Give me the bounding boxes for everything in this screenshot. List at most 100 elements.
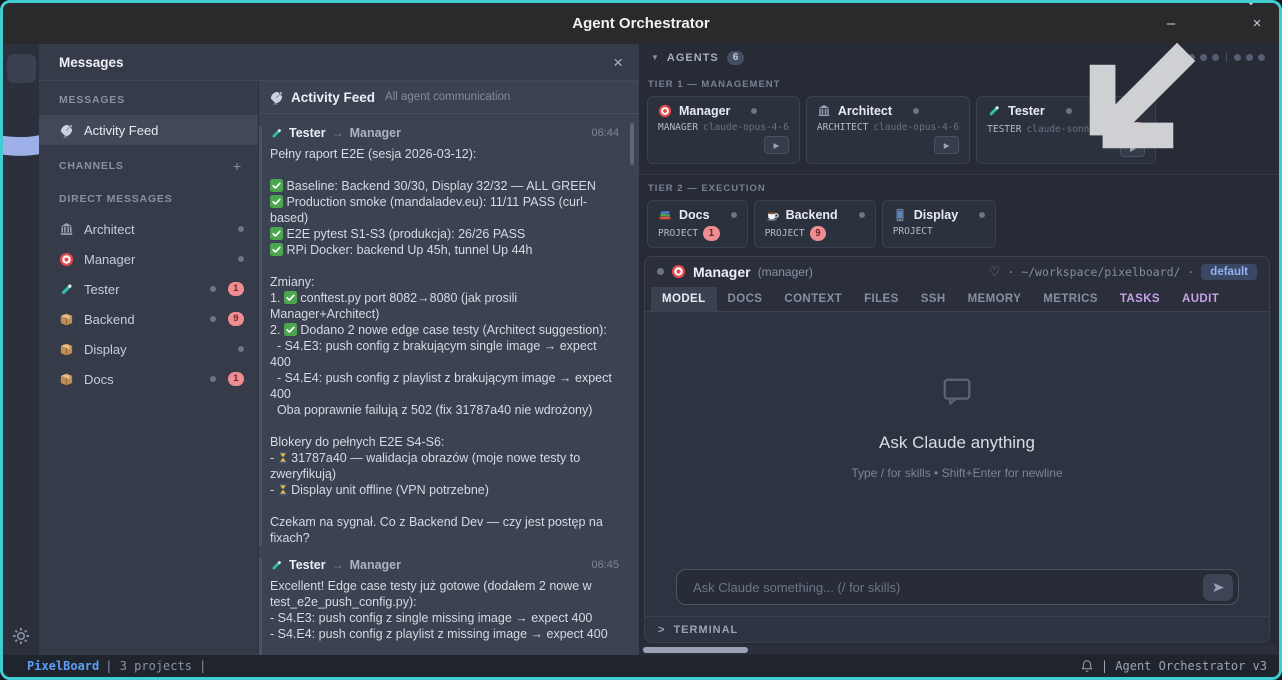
tab-tasks[interactable]: TASKS	[1109, 287, 1171, 311]
agent-card-meta: MANAGER claude-opus-4-6	[658, 122, 789, 133]
check-icon	[284, 323, 297, 336]
agents-title: AGENTS	[667, 52, 719, 64]
start-agent-button[interactable]: ▶	[764, 136, 789, 154]
testtube-icon	[270, 127, 283, 140]
agent-card-top: Docs	[658, 208, 737, 222]
feed-message: Tester→Manager06:44Pełny raport E2E (ses…	[259, 126, 639, 546]
sidebar-item-label: Tester	[84, 282, 119, 297]
presence-dot	[238, 226, 244, 232]
agent-card-name: Manager	[679, 104, 730, 118]
add-channel-button[interactable]: +	[233, 158, 242, 174]
presence-dot	[731, 212, 737, 218]
presence-dot	[210, 316, 216, 322]
settings-gear-button[interactable]	[12, 627, 30, 645]
agent-role: MANAGER	[658, 122, 698, 133]
feed-scrollbar-thumb[interactable]	[630, 123, 634, 165]
agent-status-dot	[657, 268, 664, 275]
close-icon: ×	[1253, 15, 1262, 32]
tab-model[interactable]: MODEL	[651, 287, 717, 311]
dm-list: ArchitectManager Tester 1 Backend9DisplayDo…	[39, 214, 258, 394]
agent-card-meta: PROJECT	[893, 226, 985, 237]
building-icon	[59, 222, 74, 237]
terminal-toggle[interactable]: > TERMINAL	[645, 616, 1269, 642]
ask-input-row	[645, 567, 1269, 616]
agent-card-architect[interactable]: Architect ARCHITECT claude-opus-4-6 ▶	[806, 96, 970, 164]
sidebar-item-architect[interactable]: Architect	[39, 214, 258, 244]
send-icon	[1211, 580, 1226, 595]
sidebar-item-docs[interactable]: Docs1	[39, 364, 258, 394]
target-icon	[658, 104, 672, 118]
agent-card-top: Architect	[817, 104, 959, 118]
target-icon	[671, 264, 686, 279]
heart-icon[interactable]: ♡	[989, 264, 1001, 280]
send-button[interactable]	[1203, 574, 1233, 601]
agent-role: ARCHITECT	[817, 122, 868, 133]
agent-card-backend[interactable]: BackendPROJECT9	[754, 200, 876, 247]
start-agent-button[interactable]: ▶	[934, 136, 959, 154]
agent-role: PROJECT	[658, 228, 698, 239]
detail-agent-name: Manager	[693, 264, 751, 280]
empty-state-title: Ask Claude anything	[879, 433, 1035, 453]
tab-memory[interactable]: MEMORY	[957, 287, 1033, 311]
empty-state-hint: Type / for skills • Shift+Enter for newl…	[851, 466, 1062, 480]
workspace-path: · ~/workspace/pixelboard/ ·	[1007, 265, 1194, 279]
default-profile-badge[interactable]: default	[1201, 264, 1257, 280]
horizontal-scrollbar	[641, 645, 1277, 654]
messages-sidebar: MESSAGES Activity Feed CHANNELS + DIRECT…	[39, 81, 259, 655]
presence-dot	[979, 212, 985, 218]
activity-rail	[3, 44, 39, 655]
play-icon: ▶	[944, 141, 950, 150]
status-bar: PixelBoard | 3 projects | | Agent Orches…	[3, 655, 1279, 677]
sidebar-item-activity-feed[interactable]: Activity Feed	[39, 115, 258, 145]
play-icon: ▶	[773, 141, 779, 150]
tier2-cards: DocsPROJECT1BackendPROJECT9DisplayPROJEC…	[639, 200, 1279, 247]
phone-icon	[893, 208, 907, 222]
ask-claude-input[interactable]	[693, 580, 1203, 595]
agent-card-name: Architect	[838, 104, 892, 118]
statusbar-app-name: PixelBoard	[27, 659, 99, 673]
unread-badge: 1	[228, 372, 244, 386]
agent-card-name: Display	[914, 208, 958, 222]
agent-role: PROJECT	[765, 228, 805, 239]
agent-model: claude-opus-4-6	[703, 122, 789, 133]
tab-ssh[interactable]: SSH	[910, 287, 957, 311]
sidebar-item-manager[interactable]: Manager	[39, 244, 258, 274]
messages-rail-button[interactable]	[7, 54, 36, 83]
presence-dot	[751, 108, 757, 114]
tab-audit[interactable]: AUDIT	[1171, 287, 1230, 311]
satellite-icon	[269, 90, 284, 105]
presence-dot	[238, 256, 244, 262]
sidebar-item-tester[interactable]: Tester 1	[39, 274, 258, 304]
sidebar-item-backend[interactable]: Backend9	[39, 304, 258, 334]
agent-card-docs[interactable]: DocsPROJECT1	[647, 200, 748, 247]
message-timestamp: 06:44	[591, 127, 619, 139]
close-button[interactable]: ×	[1249, 16, 1265, 32]
horizontal-scrollbar-thumb[interactable]	[643, 647, 748, 653]
close-messages-button[interactable]: ×	[613, 54, 623, 71]
sidebar-item-display[interactable]: Display	[39, 334, 258, 364]
hourglass-icon	[278, 451, 288, 464]
agent-card-manager[interactable]: Manager MANAGER claude-opus-4-6 ▶	[647, 96, 800, 164]
agent-model: claude-opus-4-6	[873, 122, 959, 133]
feed-message: Tester→Manager06:45Excellent! Edge case …	[259, 558, 639, 655]
statusbar-projects: | 3 projects |	[105, 659, 206, 673]
building-icon	[817, 104, 831, 118]
agent-role: PROJECT	[893, 226, 933, 237]
message-sender: Tester	[289, 558, 326, 572]
maximize-button[interactable]	[1206, 16, 1222, 32]
tab-context[interactable]: CONTEXT	[773, 287, 853, 311]
agent-card-display[interactable]: Display PROJECT	[882, 200, 996, 247]
unread-badge: 1	[228, 282, 244, 296]
tab-docs[interactable]: DOCS	[717, 287, 774, 311]
package-icon	[59, 312, 74, 327]
bell-icon[interactable]	[1080, 659, 1094, 673]
dm-section-label: DIRECT MESSAGES	[39, 183, 258, 214]
window-controls: – ×	[1163, 3, 1265, 44]
agent-card-top: Backend	[765, 208, 865, 222]
tab-metrics[interactable]: METRICS	[1032, 287, 1109, 311]
agent-card-name: Tester	[1008, 104, 1045, 118]
sidebar-item-label: Backend	[84, 312, 135, 327]
sidebar-item-label: Activity Feed	[84, 123, 158, 138]
check-icon	[270, 227, 283, 240]
tab-files[interactable]: FILES	[853, 287, 910, 311]
